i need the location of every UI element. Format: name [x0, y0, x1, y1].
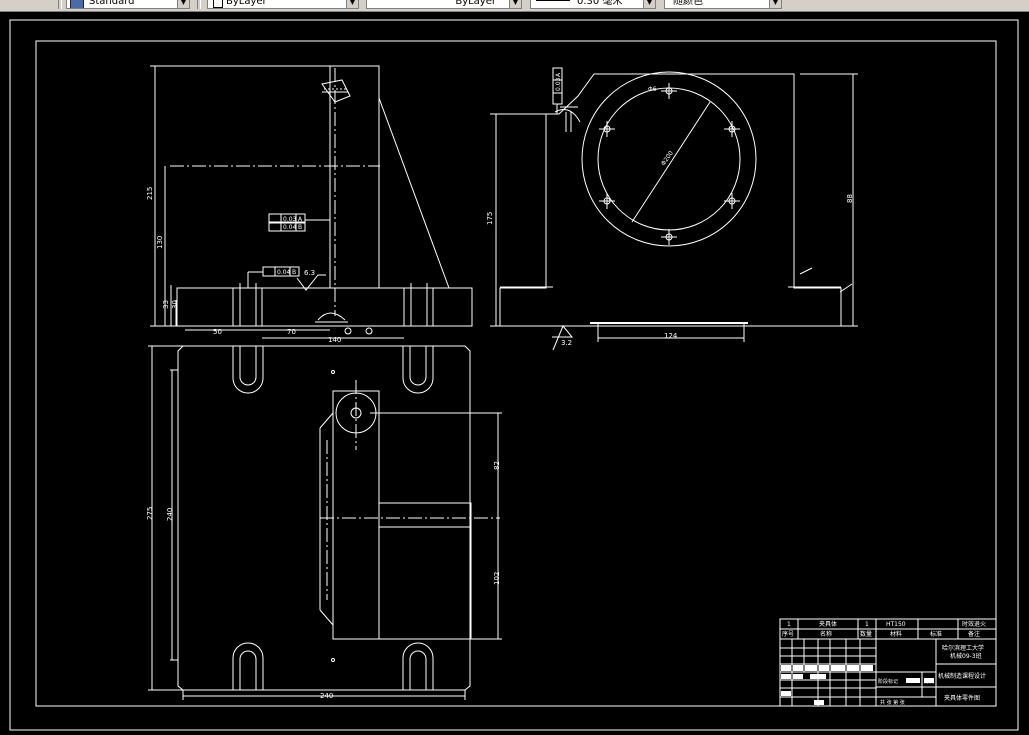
gdt-right-value: 0.03	[555, 77, 562, 91]
title-row1-no: 1	[787, 621, 791, 628]
front-view-labels: 215 130 33 30 50 70 140 0.03 A 0.04 B 0.…	[146, 187, 341, 344]
inner-border	[35, 40, 997, 707]
lineweight-dropdown[interactable]: 0.30 毫米 ▼	[530, 0, 656, 9]
dim-215: 215	[146, 187, 154, 200]
drawing-canvas[interactable]: 215 130 33 30 50 70 140 0.03 A 0.04 B 0.…	[0, 12, 1029, 735]
stage-label: 阶段标记	[878, 678, 898, 685]
dim-82: 82	[493, 461, 501, 470]
dim-70: 70	[287, 328, 296, 336]
class-name: 机械09-3班	[950, 652, 982, 660]
dim-240-horizontal: 240	[320, 692, 333, 700]
layer-value: ByLayer	[226, 0, 267, 7]
chevron-down-icon[interactable]: ▼	[769, 0, 781, 8]
drawing-name: 夹具体零件图	[944, 694, 980, 702]
side-view	[490, 67, 858, 351]
gdt-ref-b2: B	[292, 269, 296, 276]
dim-102: 102	[493, 572, 501, 585]
dim-175: 175	[486, 212, 494, 225]
dim-bolt: Φ6	[648, 86, 657, 93]
gdt-perp2-value: 0.04	[277, 269, 291, 276]
lineweight-value: 0.30 毫米	[577, 0, 623, 7]
title-row1-name: 夹具体	[819, 620, 837, 628]
gdt-perp1-value: 0.04	[283, 224, 297, 231]
front-view	[150, 65, 473, 339]
header-qty: 数量	[860, 630, 872, 638]
layer-dropdown[interactable]: ByLayer ▼	[207, 0, 359, 9]
dim-30: 30	[171, 300, 179, 309]
text-style-icon	[70, 0, 84, 8]
top-view	[148, 345, 502, 700]
sheet-label: 共 张 第 张	[880, 699, 905, 706]
title-block-text: 1 夹具体 1 HT150 时效退火 序号 名称 数量 材料 标准 备注 哈尔滨…	[782, 620, 986, 706]
text-style-value: Standard	[89, 0, 135, 7]
dim-275: 275	[146, 507, 154, 520]
linetype-value: ByLayer	[455, 0, 496, 7]
color-swatch-icon	[213, 0, 223, 8]
side-view-labels: 175 88 124 Φ200 Φ6 3.2 0.03 A	[486, 72, 854, 347]
dim-130: 130	[156, 236, 164, 249]
dim-33: 33	[162, 300, 170, 309]
dim-240-vertical: 240	[166, 508, 174, 521]
title-block	[779, 618, 997, 707]
title-row1-material: HT150	[886, 621, 906, 628]
header-name: 名称	[820, 630, 832, 638]
lineweight-sample-icon	[536, 0, 570, 1]
top-view-labels: 275 240 82 102 240	[146, 461, 501, 700]
gdt-parallel-value: 0.03	[283, 216, 297, 223]
roughness-6-3: 6.3	[304, 269, 315, 277]
gdt-right-ref: A	[555, 72, 562, 77]
title-row1-qty: 1	[865, 621, 869, 628]
project-name: 机械制造课程设计	[938, 672, 986, 680]
chevron-down-icon[interactable]: ▼	[509, 0, 521, 8]
toolbar-separator	[58, 0, 62, 9]
dim-140: 140	[328, 336, 341, 344]
linetype-dropdown[interactable]: ByLayer ▼	[366, 0, 522, 9]
dim-88: 88	[846, 194, 854, 203]
text-style-dropdown[interactable]: Standard ▼	[66, 0, 190, 9]
dim-124: 124	[664, 332, 678, 340]
plot-style-value: 随颜色	[673, 0, 703, 7]
toolbar-separator	[197, 0, 201, 9]
chevron-down-icon[interactable]: ▼	[643, 0, 655, 8]
school-name: 哈尔滨理工大学	[942, 644, 984, 652]
chevron-down-icon[interactable]: ▼	[177, 0, 189, 8]
chevron-down-icon[interactable]: ▼	[346, 0, 358, 8]
properties-toolbar: Standard ▼ ByLayer ▼ ByLayer ▼ 0.30 毫米 ▼…	[0, 0, 1029, 12]
roughness-3-2: 3.2	[561, 339, 572, 347]
header-material: 材料	[890, 630, 902, 638]
header-no: 序号	[782, 630, 794, 638]
gdt-ref-b: B	[298, 224, 302, 231]
plot-style-dropdown[interactable]: 随颜色 ▼	[664, 0, 782, 9]
header-standard: 标准	[930, 630, 942, 638]
dim-50: 50	[213, 328, 222, 336]
header-remark: 备注	[968, 630, 980, 638]
scale-label: 比例	[924, 678, 934, 685]
title-row1-remark: 时效退火	[962, 620, 986, 628]
